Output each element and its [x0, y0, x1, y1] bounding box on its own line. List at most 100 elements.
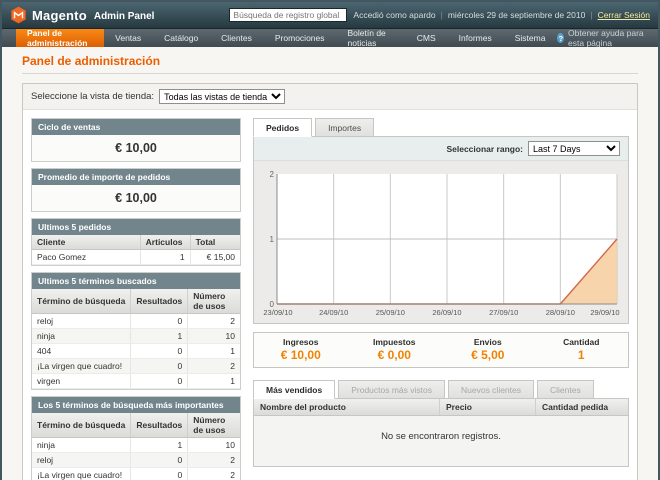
stat-value: 1 — [535, 348, 629, 362]
lifetime-sales-value: € 10,00 — [32, 135, 240, 161]
stat-revenue: Ingresos € 10,00 — [254, 337, 348, 362]
tab-orders[interactable]: Pedidos — [253, 118, 312, 137]
cell-term: 404 — [32, 344, 131, 359]
top-search-terms-box: Los 5 términos de búsqueda más important… — [31, 396, 241, 480]
nav-item-promotions[interactable]: Promociones — [264, 29, 337, 47]
table-row[interactable]: 404 0 1 — [32, 344, 240, 359]
page-title: Panel de administración — [22, 54, 638, 68]
brand[interactable]: Magento Admin Panel — [10, 6, 154, 24]
cell-term: ¡La virgen que cuadro! — [32, 468, 131, 480]
nav-item-newsletter[interactable]: Boletín de noticias — [337, 29, 406, 47]
cell-results: 1 — [131, 438, 188, 453]
column-header: Resultados — [131, 289, 188, 314]
stat-tax: Impuestos € 0,00 — [348, 337, 442, 362]
chart-card: Seleccionar rango: Last 7 Days 01223/09/… — [253, 136, 629, 324]
cell-results: 0 — [131, 314, 188, 329]
global-search-input[interactable] — [229, 8, 347, 22]
nav-item-reports[interactable]: Informes — [448, 29, 504, 47]
column-header: Nombre del producto — [254, 399, 440, 415]
nav-item-sales[interactable]: Ventas — [104, 29, 153, 47]
average-orders-box: Promedio de importe de pedidos € 10,00 — [31, 168, 241, 212]
cell-uses: 2 — [188, 314, 240, 329]
nav-item-catalog[interactable]: Catálogo — [153, 29, 210, 47]
nav-item-customers[interactable]: Clientes — [210, 29, 264, 47]
nav-item-system[interactable]: Sistema — [504, 29, 558, 47]
chart-tabs: Pedidos Importes — [253, 118, 629, 136]
store-view-bar: Seleccione la vista de tienda: Todas las… — [23, 84, 637, 110]
range-label: Seleccionar rango: — [446, 144, 523, 154]
column-header: Número de usos — [188, 413, 240, 438]
lifetime-sales-box: Ciclo de ventas € 10,00 — [31, 118, 241, 162]
logged-in-as: Accedió como apardo — [353, 10, 435, 20]
cell-uses: 1 — [188, 374, 240, 389]
tab-customers[interactable]: Clientes — [537, 380, 594, 399]
brand-name: Magento — [32, 8, 87, 23]
dashboard-container: Seleccione la vista de tienda: Todas las… — [22, 83, 638, 480]
brand-suffix: Admin Panel — [94, 11, 155, 22]
table-row[interactable]: ninja 1 10 — [32, 329, 240, 344]
help-icon: ? — [557, 33, 564, 43]
empty-message: No se encontraron registros. — [254, 416, 628, 466]
top-search-table: Término de búsqueda Resultados Número de… — [32, 413, 240, 480]
tab-amounts[interactable]: Importes — [315, 118, 374, 137]
tab-most-viewed[interactable]: Productos más vistos — [338, 380, 445, 399]
separator: | — [441, 10, 443, 20]
bestsellers-header: Nombre del producto Precio Cantidad pedi… — [254, 399, 628, 416]
store-view-select[interactable]: Todas las vistas de tienda — [159, 89, 285, 104]
header: Magento Admin Panel Accedió como apardo … — [2, 2, 658, 28]
table-row[interactable]: reloj 0 2 — [32, 453, 240, 468]
stat-value: € 5,00 — [441, 348, 535, 362]
cell-uses: 2 — [188, 359, 240, 374]
top-search-title: Los 5 términos de búsqueda más important… — [32, 397, 240, 413]
cell-term: ninja — [32, 438, 131, 453]
cell-items: 1 — [140, 250, 190, 265]
svg-text:27/09/10: 27/09/10 — [489, 308, 518, 317]
range-select[interactable]: Last 7 Days — [528, 141, 620, 156]
stat-value: € 10,00 — [254, 348, 348, 362]
cell-uses: 2 — [188, 468, 240, 480]
column-header: Resultados — [131, 413, 188, 438]
cell-results: 0 — [131, 344, 188, 359]
table-row[interactable]: Paco Gomez 1 € 15,00 — [32, 250, 240, 265]
table-row[interactable]: reloj 0 2 — [32, 314, 240, 329]
column-header: Precio — [440, 399, 536, 415]
logout-link[interactable]: Cerrar Sesión — [598, 10, 650, 20]
nav-item-cms[interactable]: CMS — [406, 29, 448, 47]
stat-quantity: Cantidad 1 — [535, 337, 629, 362]
help-link[interactable]: ? Obtener ayuda para esta página — [557, 29, 658, 47]
stat-shipping: Envios € 5,00 — [441, 337, 535, 362]
stat-label: Envios — [441, 337, 535, 347]
cell-customer: Paco Gomez — [32, 250, 140, 265]
content: Panel de administración Seleccione la vi… — [2, 47, 658, 480]
nav-item-dashboard[interactable]: Panel de administración — [16, 29, 104, 47]
table-row[interactable]: ¡La virgen que cuadro! 0 2 — [32, 468, 240, 480]
table-row[interactable]: virgen 0 1 — [32, 374, 240, 389]
cell-uses: 1 — [188, 344, 240, 359]
current-date: miércoles 29 de septiembre de 2010 — [448, 10, 586, 20]
average-orders-title: Promedio de importe de pedidos — [32, 169, 240, 185]
table-row[interactable]: ¡La virgen que cuadro! 0 2 — [32, 359, 240, 374]
last-orders-table: Cliente Articulos Total Paco Gomez 1 € 1… — [32, 235, 240, 265]
stat-value: € 0,00 — [348, 348, 442, 362]
column-header: Cantidad pedida — [536, 399, 628, 415]
cell-uses: 2 — [188, 453, 240, 468]
help-label: Obtener ayuda para esta página — [568, 28, 648, 48]
svg-text:25/09/10: 25/09/10 — [376, 308, 405, 317]
magento-admin-window: Magento Admin Panel Accedió como apardo … — [0, 0, 660, 480]
tab-bestsellers[interactable]: Más vendidos — [253, 380, 335, 399]
cell-term: reloj — [32, 453, 131, 468]
column-header: Cliente — [32, 235, 140, 250]
column-header: Término de búsqueda — [32, 413, 131, 438]
last-orders-box: Ultimos 5 pedidos Cliente Articulos Tota… — [31, 218, 241, 266]
table-row[interactable]: ninja 1 10 — [32, 438, 240, 453]
store-view-label: Seleccione la vista de tienda: — [31, 91, 154, 102]
cell-uses: 10 — [188, 438, 240, 453]
svg-text:1: 1 — [270, 235, 275, 244]
svg-text:24/09/10: 24/09/10 — [319, 308, 348, 317]
column-header: Total — [190, 235, 240, 250]
tab-new-customers[interactable]: Nuevos clientes — [448, 380, 534, 399]
magento-logo-icon — [10, 6, 27, 24]
cell-term: ¡La virgen que cuadro! — [32, 359, 131, 374]
title-divider — [22, 73, 638, 74]
cell-results: 0 — [131, 453, 188, 468]
